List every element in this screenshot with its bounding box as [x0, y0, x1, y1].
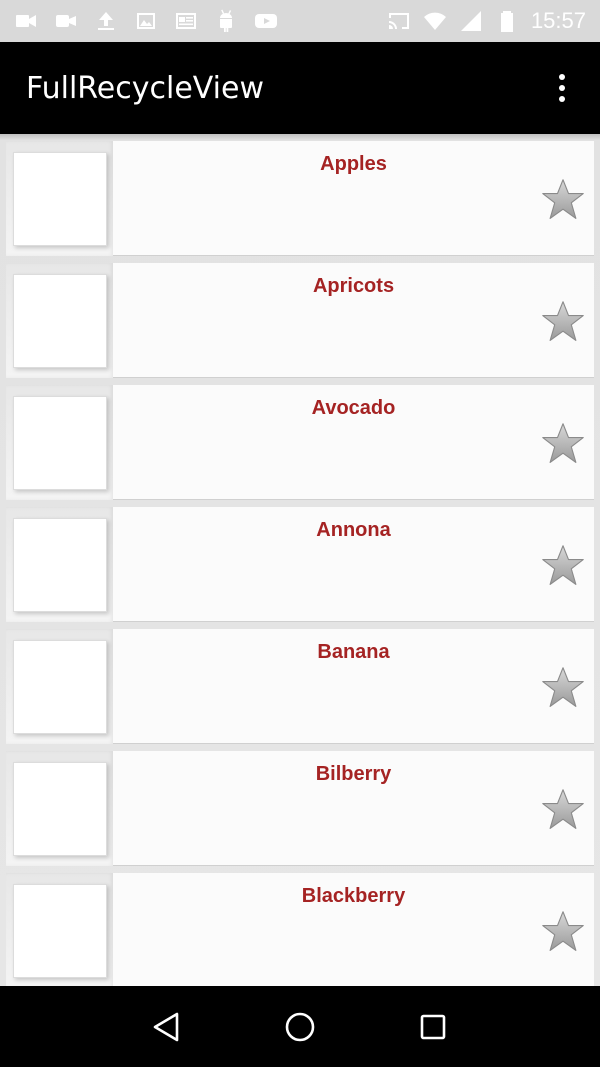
thumbnail [6, 385, 113, 500]
youtube-icon [254, 9, 278, 33]
signal-icon [459, 9, 483, 33]
star-icon[interactable] [540, 421, 586, 467]
list-item-title: Bilberry [315, 763, 392, 785]
list-item[interactable]: Blackberry [6, 873, 594, 986]
thumbnail [6, 629, 113, 744]
star-icon[interactable] [540, 909, 586, 955]
star-icon[interactable] [540, 543, 586, 589]
status-time: 15:57 [530, 8, 586, 33]
star-icon[interactable] [540, 787, 586, 833]
list-item[interactable]: Apples [6, 141, 594, 256]
list-item[interactable]: Annona [6, 507, 594, 622]
recents-icon[interactable] [413, 1007, 453, 1047]
upload-icon [94, 9, 118, 33]
thumbnail [6, 751, 113, 866]
android-icon [214, 9, 238, 33]
cast-icon [387, 9, 411, 33]
video-icon [14, 9, 38, 33]
app-bar: FullRecycleView [0, 42, 600, 134]
list-item-title: Banana [317, 641, 390, 663]
list-item-title: Apples [320, 153, 387, 175]
home-icon[interactable] [280, 1007, 320, 1047]
recycler-list[interactable]: Apples Apricots Avocado Annona Banana Bi… [0, 134, 600, 986]
news-icon [174, 9, 198, 33]
overflow-menu-icon[interactable] [550, 68, 574, 108]
list-item-title: Avocado [311, 397, 396, 419]
list-item-title: Blackberry [301, 885, 406, 907]
back-icon[interactable] [147, 1007, 187, 1047]
navigation-bar [0, 986, 600, 1067]
star-icon[interactable] [540, 177, 586, 223]
videocam-icon [54, 9, 78, 33]
list-item[interactable]: Apricots [6, 263, 594, 378]
thumbnail [6, 507, 113, 622]
list-item-title: Apricots [312, 275, 395, 297]
list-item-title: Annona [316, 519, 391, 541]
list-item[interactable]: Banana [6, 629, 594, 744]
list-item[interactable]: Bilberry [6, 751, 594, 866]
thumbnail [6, 263, 113, 378]
list-item[interactable]: Avocado [6, 385, 594, 500]
battery-icon [495, 9, 519, 33]
status-bar: 15:57 [0, 0, 600, 42]
thumbnail [6, 141, 113, 256]
page-title: FullRecycleView [26, 70, 264, 106]
thumbnail [6, 873, 113, 986]
notification-icons [14, 9, 278, 33]
system-icons: 15:57 [387, 8, 586, 34]
wifi-icon [423, 9, 447, 33]
image-icon [134, 9, 158, 33]
star-icon[interactable] [540, 299, 586, 345]
star-icon[interactable] [540, 665, 586, 711]
